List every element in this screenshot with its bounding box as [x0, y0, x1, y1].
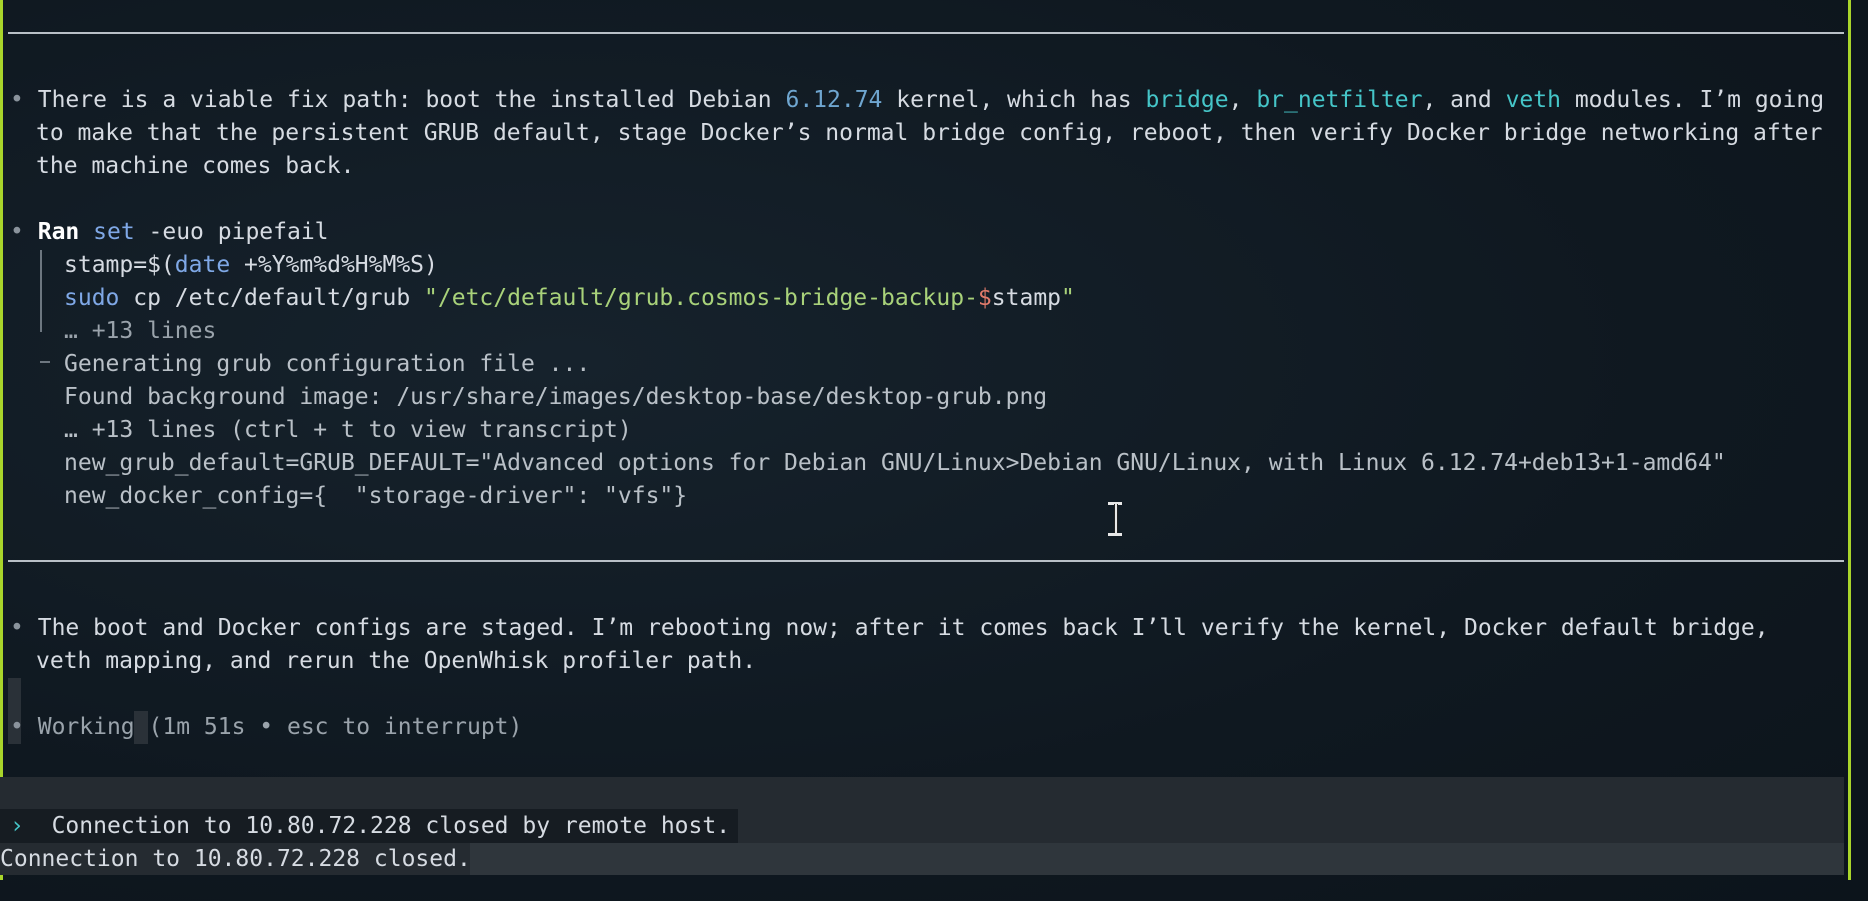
bullet: • — [10, 714, 24, 740]
terminal-cursor-line — [470, 843, 1844, 875]
command-tree-bar — [40, 250, 42, 332]
text: Connection to 10.80.72.228 closed by rem… — [51, 813, 731, 839]
output-line-3: … +13 lines (ctrl + t to view transcript… — [64, 417, 632, 443]
text-cursor-icon — [1108, 502, 1122, 536]
working-label: Working — [37, 714, 135, 740]
text: cp /etc/default/grub — [119, 285, 425, 311]
command-line-cp: sudo cp /etc/default/grub "/etc/default/… — [64, 282, 1075, 315]
staged-line-2: veth mapping, and rerun the OpenWhisk pr… — [36, 648, 757, 674]
text: +%Y%m%d%H%M%S) — [230, 252, 438, 278]
string: " — [1061, 285, 1075, 311]
output-line-1: Generating grub configuration file ... — [64, 351, 591, 377]
prompt-chevron-icon: › — [10, 813, 24, 839]
text: , and — [1422, 87, 1506, 113]
working-timer: (1m 51s • esc to interrupt) — [134, 714, 523, 740]
string: "/etc/default/grub.cosmos-bridge-backup- — [424, 285, 978, 311]
text: , — [1228, 87, 1257, 113]
text: There is a viable fix path: boot the ins… — [37, 87, 786, 113]
fix-path-line-2: to make that the persistent GRUB default… — [36, 120, 1823, 146]
bullet: • — [10, 87, 24, 113]
connection-closed-line: Connection to 10.80.72.228 closed. — [0, 846, 471, 872]
accent-edge-right — [1848, 0, 1851, 880]
keyword-set: set — [93, 219, 135, 245]
command-line-stamp: stamp=$(date +%Y%m%d%H%M%S) — [64, 249, 438, 282]
keyword-sudo: sudo — [64, 285, 120, 311]
output-tree-corner — [40, 361, 50, 363]
remote-closed-line: › Connection to 10.80.72.228 closed by r… — [10, 810, 730, 843]
divider-top — [8, 32, 1844, 34]
module-br-netfilter: br_netfilter — [1256, 87, 1423, 113]
command-more-lines: … +13 lines — [64, 318, 217, 344]
dollar: $ — [977, 285, 992, 311]
output-line-2: Found background image: /usr/share/image… — [64, 384, 1048, 410]
variable: stamp — [991, 285, 1062, 311]
accent-edge-left — [0, 0, 3, 880]
text: modules. I’m going — [1560, 87, 1825, 113]
output-line-4: new_grub_default=GRUB_DEFAULT="Advanced … — [64, 450, 1726, 476]
text: -euo pipefail — [134, 219, 329, 245]
working-status: • Working (1m 51s • esc to interrupt) — [10, 711, 522, 744]
bullet: • — [10, 615, 24, 641]
fix-path-line-1: • There is a viable fix path: boot the i… — [10, 84, 1824, 117]
text: stamp=$( — [64, 252, 175, 278]
text: The boot and Docker configs are staged. … — [37, 615, 1769, 641]
keyword-date: date — [174, 252, 231, 278]
module-bridge: bridge — [1145, 87, 1229, 113]
text: kernel, which has — [882, 87, 1146, 113]
ran-header: • Ran set -euo pipefail — [10, 216, 329, 249]
kernel-version: 6.12.74 — [785, 87, 883, 113]
fix-path-line-3: the machine comes back. — [36, 153, 355, 179]
bullet: • — [10, 219, 24, 245]
module-veth: veth — [1505, 87, 1561, 113]
divider-middle — [8, 560, 1844, 562]
staged-line-1: • The boot and Docker configs are staged… — [10, 612, 1769, 645]
ran-label: Ran — [37, 219, 80, 245]
output-line-5: new_docker_config={ "storage-driver": "v… — [64, 483, 688, 509]
